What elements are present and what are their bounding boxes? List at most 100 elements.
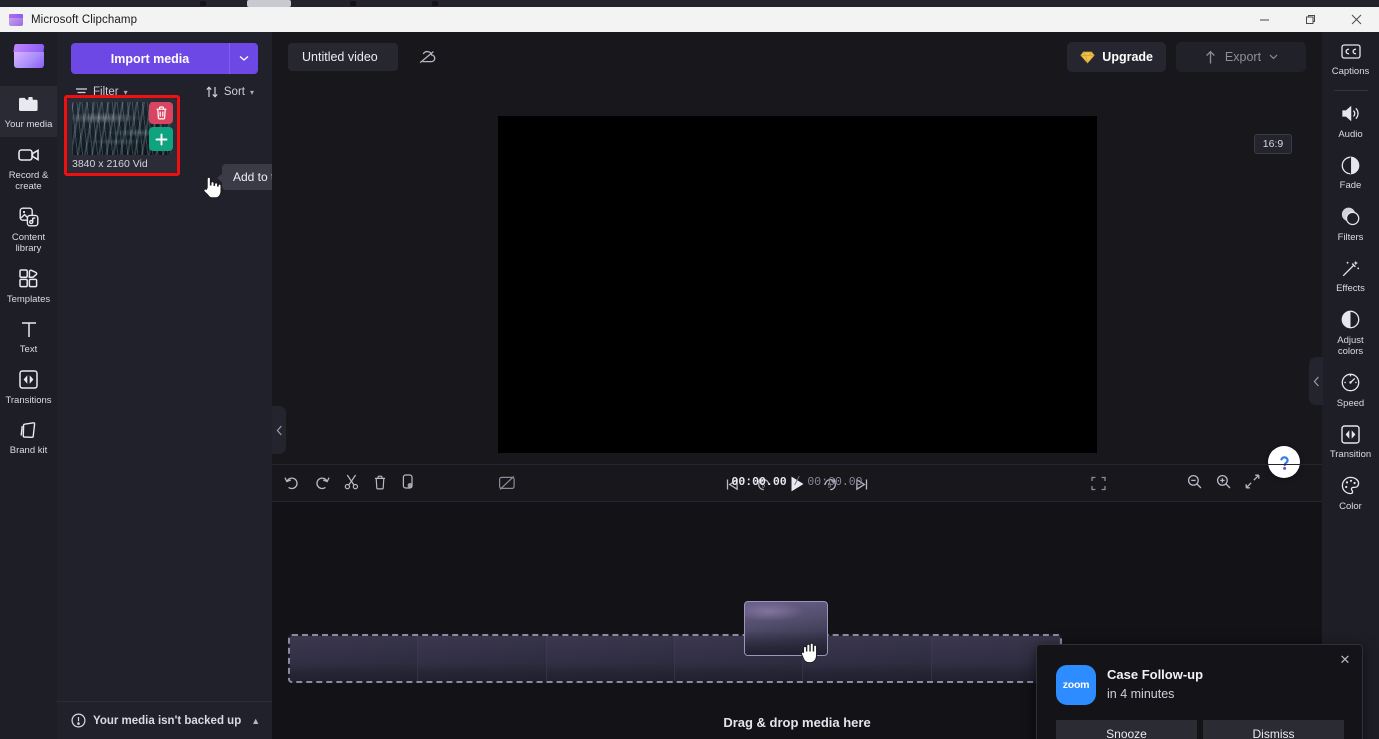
redo-icon[interactable]	[314, 474, 330, 490]
sort-label: Sort	[223, 86, 245, 98]
export-label: Export	[1224, 50, 1262, 64]
delete-icon[interactable]	[373, 474, 387, 490]
closed-captions-icon	[1340, 40, 1362, 62]
upgrade-button[interactable]: Upgrade	[1067, 42, 1166, 72]
zoom-app-logo: zoom	[1056, 665, 1096, 705]
undo-icon[interactable]	[284, 474, 300, 490]
drop-placeholder	[288, 634, 1062, 683]
sort-button[interactable]: Sort ▾	[199, 83, 260, 101]
collapse-left-panel-button[interactable]	[272, 406, 286, 454]
import-media-dropdown-button[interactable]	[229, 43, 258, 74]
sidebar-item-your-media[interactable]: Your media	[0, 86, 57, 137]
sidebar-item-brand-kit[interactable]: Brand kit	[0, 412, 57, 463]
sidebar-item-content-library[interactable]: Content library	[0, 199, 57, 261]
window-controls	[1241, 7, 1379, 32]
folder-icon	[18, 93, 40, 115]
templates-grid-icon	[18, 268, 40, 290]
transitions-icon	[1340, 423, 1362, 445]
project-title-input[interactable]: Untitled video	[288, 43, 398, 71]
tool-item-label: Effects	[1336, 283, 1365, 294]
fade-circle-icon	[1340, 154, 1362, 176]
rail-divider	[1333, 89, 1368, 91]
sidebar-item-label: Brand kit	[9, 445, 48, 456]
backup-status-text: Your media isn't backed up	[93, 714, 242, 727]
duplicate-icon[interactable]	[401, 474, 415, 490]
chevron-left-icon	[1313, 376, 1319, 386]
zoom-in-icon[interactable]	[1216, 474, 1231, 489]
chevron-down-icon	[1269, 54, 1278, 60]
tool-item-adjust-colors[interactable]: Adjust colors	[1322, 301, 1379, 364]
plus-icon	[155, 133, 167, 145]
chevron-left-icon	[276, 425, 282, 435]
app-icon	[9, 13, 23, 26]
video-preview-canvas[interactable]	[498, 116, 1097, 453]
media-item-highlight: 3840 x 2160 Vid	[64, 95, 180, 176]
tool-item-filters[interactable]: Filters	[1322, 198, 1379, 250]
left-navigation-rail: Your media Record & create Content libra…	[0, 32, 57, 739]
export-button[interactable]: Export	[1176, 42, 1306, 72]
tool-item-color[interactable]: Color	[1322, 467, 1379, 519]
upgrade-label: Upgrade	[1102, 50, 1153, 64]
sidebar-item-label: Content library	[11, 231, 46, 255]
drop-hint-text: Drag & drop media here	[723, 715, 871, 730]
tool-item-label: Color	[1339, 500, 1362, 512]
chevron-down-icon: ▾	[249, 87, 254, 97]
sidebar-item-templates[interactable]: Templates	[0, 261, 57, 312]
timeline-frame	[418, 636, 547, 681]
close-icon[interactable]: ✕	[1336, 651, 1354, 669]
chevron-up-icon[interactable]: ▲	[251, 716, 260, 726]
contrast-icon	[1340, 309, 1362, 331]
cloud-off-icon[interactable]	[412, 43, 442, 71]
clipchamp-logo-icon	[12, 44, 45, 68]
clipchamp-window: Microsoft Clipchamp Your media Record & …	[0, 0, 1379, 739]
tool-item-audio[interactable]: Audio	[1322, 95, 1379, 147]
sidebar-item-label: Text	[19, 344, 38, 355]
right-properties-rail: Captions Audio Fade Filters Effects Adju…	[1309, 32, 1379, 739]
sidebar-item-text[interactable]: Text	[0, 311, 57, 362]
tool-item-fade[interactable]: Fade	[1322, 146, 1379, 198]
tool-item-effects[interactable]: Effects	[1322, 249, 1379, 301]
tool-item-label: Fade	[1339, 180, 1362, 191]
add-to-timeline-button[interactable]	[149, 127, 173, 151]
scissors-icon[interactable]	[344, 474, 359, 490]
timeline-zoom-tools	[1187, 474, 1260, 489]
zoom-out-icon[interactable]	[1187, 474, 1202, 489]
tool-item-label: Captions	[1331, 66, 1370, 77]
text-t-icon	[18, 318, 40, 340]
media-item-card[interactable]: 3840 x 2160 Vid	[67, 98, 177, 173]
sidebar-item-label: Record & create	[8, 169, 49, 193]
tool-item-transition[interactable]: Transition	[1322, 415, 1379, 467]
sidebar-item-record-create[interactable]: Record & create	[0, 137, 57, 199]
transitions-icon	[18, 369, 40, 391]
aspect-ratio-badge[interactable]: 16:9	[1254, 134, 1292, 154]
fit-to-screen-icon[interactable]	[1245, 474, 1260, 489]
import-media-button[interactable]: Import media	[71, 43, 229, 74]
snooze-button[interactable]: Snooze	[1056, 720, 1197, 739]
close-button[interactable]	[1333, 7, 1379, 32]
magic-wand-icon	[1340, 257, 1362, 279]
delete-media-button[interactable]	[149, 102, 173, 124]
speedometer-icon	[1340, 372, 1362, 394]
maximize-restore-button[interactable]	[1287, 7, 1333, 32]
tool-item-label: Audio	[1338, 128, 1363, 140]
collapse-right-panel-button[interactable]	[1309, 357, 1323, 405]
palette-icon	[1340, 475, 1362, 497]
content-library-icon	[18, 206, 40, 228]
media-backup-status-bar[interactable]: Your media isn't backed up ▲	[57, 701, 272, 739]
media-item-caption: 3840 x 2160 Vid	[72, 158, 148, 170]
mouse-cursor-grabbing-hand	[800, 639, 822, 665]
tool-item-label: Transition	[1329, 449, 1372, 460]
notification-subtitle: in 4 minutes	[1107, 687, 1175, 701]
tool-item-captions[interactable]: Captions	[1322, 32, 1379, 84]
tool-item-label: Filters	[1337, 231, 1364, 243]
import-media-row: Import media	[71, 43, 258, 74]
sidebar-item-transitions[interactable]: Transitions	[0, 362, 57, 413]
minimize-button[interactable]	[1241, 7, 1287, 32]
window-title-bar: Microsoft Clipchamp	[0, 7, 1379, 32]
chevron-down-icon	[239, 55, 249, 61]
editor-header: Untitled video Upgrade Export	[272, 32, 1322, 81]
dismiss-button[interactable]: Dismiss	[1203, 720, 1344, 739]
video-camera-icon	[17, 144, 40, 166]
tool-item-label: Speed	[1336, 397, 1365, 409]
tool-item-speed[interactable]: Speed	[1322, 364, 1379, 416]
